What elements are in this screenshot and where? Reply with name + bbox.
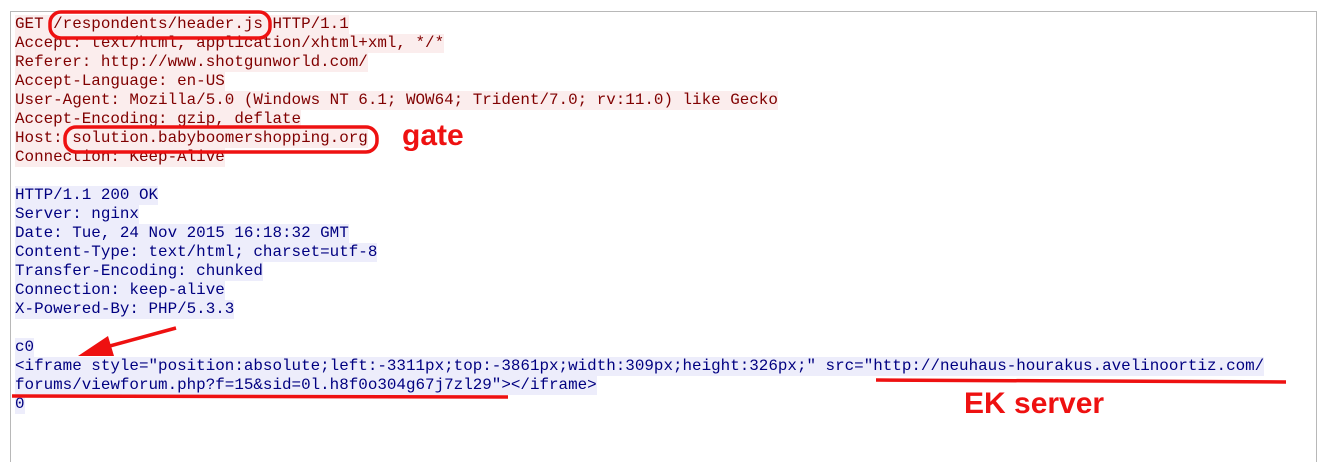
ek-server-annotation: EK server	[964, 387, 1105, 420]
request-line: GET /respondents/header.js HTTP/1.1	[15, 15, 349, 34]
request-accept-header: Accept: text/html, application/xhtml+xml…	[15, 34, 445, 53]
response-date-header: Date: Tue, 24 Nov 2015 16:18:32 GMT	[15, 224, 349, 243]
request-referer-header: Referer: http://www.shotgunworld.com/	[15, 53, 368, 72]
response-powered-by-header: X-Powered-By: PHP/5.3.3	[15, 300, 235, 319]
response-transfer-encoding-header: Transfer-Encoding: chunked	[15, 262, 263, 281]
chunk-end-line: 0	[15, 395, 25, 414]
request-language-header: Accept-Language: en-US	[15, 72, 225, 91]
response-status-line: HTTP/1.1 200 OK	[15, 186, 159, 205]
response-content-type-header: Content-Type: text/html; charset=utf-8	[15, 243, 378, 262]
iframe-code-line-cont: forums/viewforum.php?f=15&sid=0l.h8f0o30…	[15, 376, 597, 395]
chunk-size-line: c0	[15, 338, 35, 357]
response-connection-header: Connection: keep-alive	[15, 281, 225, 300]
iframe-code-line: <iframe style="position:absolute;left:-3…	[15, 357, 1265, 376]
response-server-header: Server: nginx	[15, 205, 139, 224]
gate-annotation: gate	[402, 119, 464, 152]
request-host-header: Host: solution.babyboomershopping.org	[15, 129, 368, 148]
request-useragent-header: User-Agent: Mozilla/5.0 (Windows NT 6.1;…	[15, 91, 778, 110]
request-connection-header: Connection: Keep-Alive	[15, 148, 225, 167]
request-encoding-header: Accept-Encoding: gzip, deflate	[15, 110, 302, 129]
